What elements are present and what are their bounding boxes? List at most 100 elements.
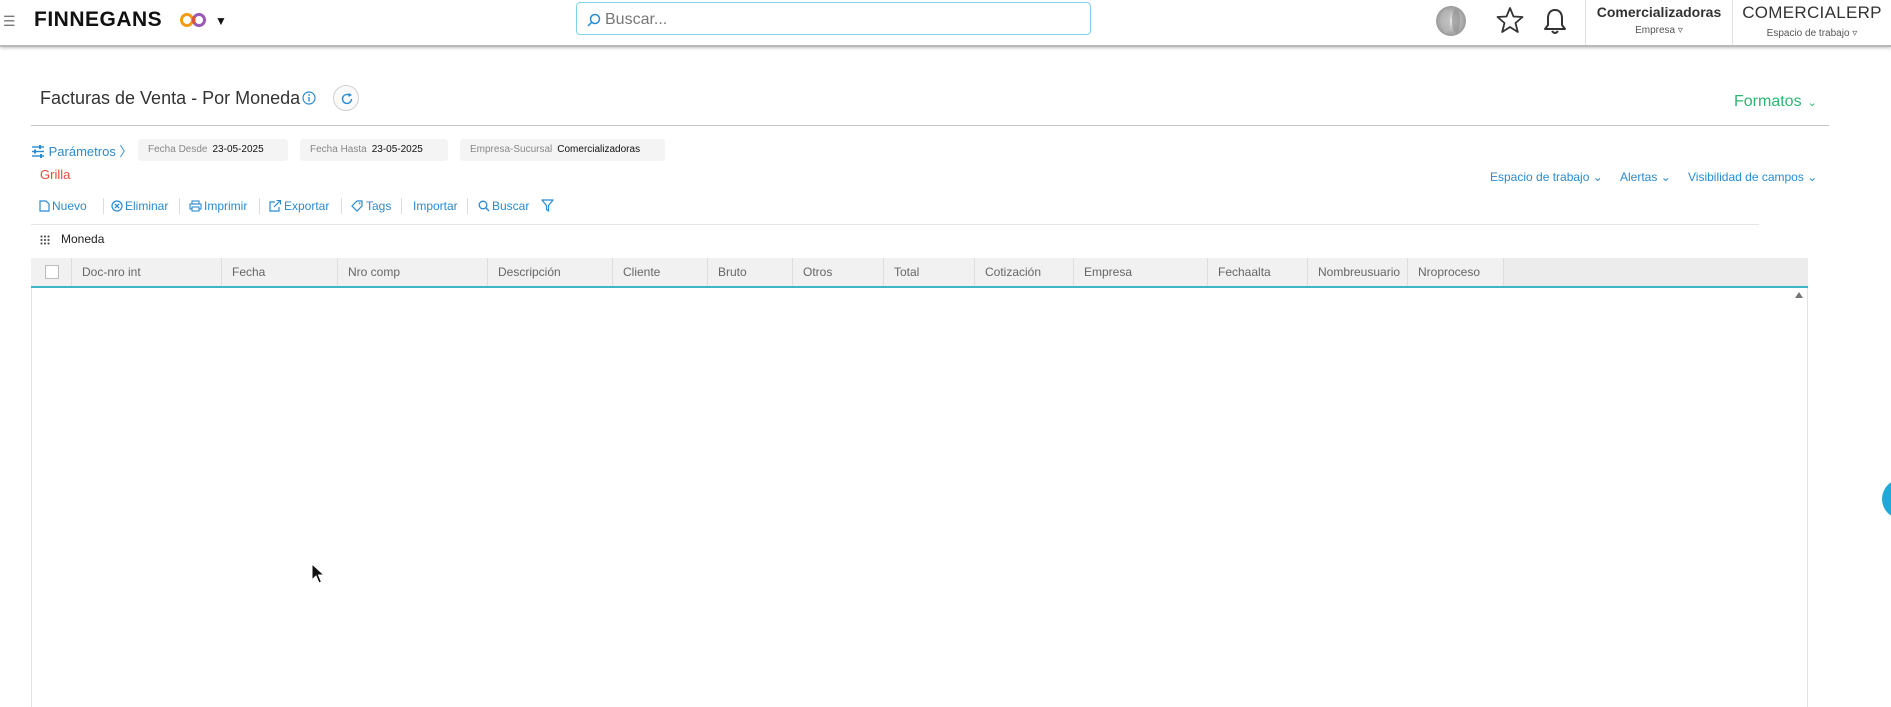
tags-label: Tags xyxy=(366,199,392,213)
notifications-bell-icon[interactable] xyxy=(1542,7,1568,35)
empresa-sucursal-field[interactable]: Empresa-Sucursal Comercializadoras xyxy=(460,139,665,161)
column-header[interactable]: Otros xyxy=(793,258,884,286)
nuevo-label: Nuevo xyxy=(52,199,87,213)
espacio-trabajo-dropdown[interactable]: Espacio de trabajo ⌄ xyxy=(1490,170,1603,184)
column-header[interactable]: Fechaalta xyxy=(1208,258,1308,286)
printer-icon xyxy=(189,200,202,212)
drag-grip-icon[interactable] xyxy=(40,235,50,245)
favorites-star-icon[interactable] xyxy=(1496,6,1524,34)
assistant-icon[interactable] xyxy=(1434,4,1468,38)
column-header[interactable]: Doc-nro int xyxy=(72,258,222,286)
visibilidad-campos-dropdown[interactable]: Visibilidad de campos ⌄ xyxy=(1688,170,1817,184)
fecha-desde-field[interactable]: Fecha Desde 23-05-2025 xyxy=(138,139,288,161)
imprimir-label: Imprimir xyxy=(204,199,248,213)
page-title: Facturas de Venta - Por Moneda xyxy=(40,88,301,108)
importar-label: Importar xyxy=(413,199,458,213)
fecha-desde-label: Fecha Desde xyxy=(148,144,208,155)
divider xyxy=(1732,0,1733,45)
alertas-label: Alertas xyxy=(1620,170,1658,184)
toolbar-divider xyxy=(259,198,260,214)
sliders-icon xyxy=(32,145,44,158)
chevron-down-icon: ⌄ xyxy=(1592,170,1603,184)
grid-header-filler xyxy=(1504,258,1808,286)
formatos-dropdown[interactable]: Formatos ⌄ xyxy=(1734,93,1817,111)
nuevo-button[interactable]: Nuevo xyxy=(39,194,87,218)
refresh-button[interactable] xyxy=(333,85,359,111)
select-all-column xyxy=(31,258,72,286)
alertas-dropdown[interactable]: Alertas ⌄ xyxy=(1620,170,1671,184)
info-icon[interactable] xyxy=(302,91,316,105)
parameters-button[interactable]: Parámetros 〉 xyxy=(31,141,132,160)
eliminar-label: Eliminar xyxy=(125,199,169,213)
group-by-moneda[interactable]: Moneda xyxy=(61,232,104,246)
column-header[interactable]: Total xyxy=(884,258,975,286)
buscar-button[interactable]: Buscar xyxy=(478,194,529,218)
toolbar-divider xyxy=(179,198,180,214)
magnifier-icon xyxy=(478,200,490,212)
column-header[interactable]: Nombreusuario xyxy=(1308,258,1408,286)
export-icon xyxy=(269,199,282,212)
formatos-label: Formatos xyxy=(1734,93,1802,110)
view-mode-grilla[interactable]: Grilla xyxy=(40,167,70,182)
column-header[interactable]: Cotización xyxy=(975,258,1074,286)
workspace-selector[interactable]: COMERCIALERP Espacio de trabajo ▿ xyxy=(1736,3,1888,39)
company-selector[interactable]: Comercializadoras Empresa ▿ xyxy=(1588,4,1730,36)
grid-header: Doc-nro int Fecha Nro comp Descripción C… xyxy=(31,258,1808,288)
header-divider xyxy=(31,125,1829,126)
fecha-hasta-value: 23-05-2025 xyxy=(371,144,423,155)
visibilidad-campos-label: Visibilidad de campos xyxy=(1688,170,1804,184)
eliminar-button[interactable]: Eliminar xyxy=(111,194,168,218)
toolbar-divider xyxy=(341,198,342,214)
refresh-icon xyxy=(341,93,353,105)
delete-circle-icon xyxy=(111,200,123,212)
column-header[interactable]: Nro comp xyxy=(338,258,488,286)
top-bar: ☰ FINNEGANS ▼ Comercializadoras Em xyxy=(0,0,1891,47)
help-fab-button[interactable] xyxy=(1882,479,1891,519)
exportar-label: Exportar xyxy=(284,199,330,213)
new-document-icon xyxy=(39,200,50,212)
workspace-name: COMERCIALERP xyxy=(1742,3,1882,22)
brand-logo-icon xyxy=(180,13,206,27)
scroll-up-icon[interactable] xyxy=(1794,291,1804,299)
brand-dropdown-icon[interactable]: ▼ xyxy=(215,14,227,28)
search-box[interactable] xyxy=(576,2,1091,35)
parameters-label: Parámetros 〉 xyxy=(48,144,133,159)
column-header[interactable]: Bruto xyxy=(708,258,793,286)
chevron-down-icon: ⌄ xyxy=(1660,170,1671,184)
search-icon xyxy=(587,13,601,27)
fecha-hasta-field[interactable]: Fecha Hasta 23-05-2025 xyxy=(300,139,448,161)
toolbar-divider xyxy=(467,198,468,214)
filter-button[interactable] xyxy=(541,194,556,218)
column-header[interactable]: Descripción xyxy=(488,258,613,286)
menu-icon[interactable]: ☰ xyxy=(3,13,16,30)
exportar-button[interactable]: Exportar xyxy=(269,194,329,218)
select-all-checkbox[interactable] xyxy=(45,265,59,279)
toolbar-divider-line xyxy=(31,224,1759,225)
column-header[interactable]: Fecha xyxy=(222,258,338,286)
empresa-sucursal-label: Empresa-Sucursal xyxy=(470,144,553,155)
toolbar-divider xyxy=(103,198,104,214)
grid-body[interactable] xyxy=(31,288,1808,707)
tag-icon xyxy=(351,200,363,212)
company-label: Empresa ▿ xyxy=(1635,25,1683,36)
toolbar-divider xyxy=(401,198,402,214)
company-name: Comercializadoras xyxy=(1596,4,1722,20)
tags-button[interactable]: Tags xyxy=(351,194,391,218)
workspace-label: Espacio de trabajo ▿ xyxy=(1766,28,1858,39)
buscar-label: Buscar xyxy=(492,199,530,213)
brand-name[interactable]: FINNEGANS xyxy=(34,8,162,32)
fecha-desde-value: 23-05-2025 xyxy=(212,144,264,155)
chevron-down-icon: ⌄ xyxy=(1807,97,1817,109)
filter-icon xyxy=(541,199,554,212)
search-input[interactable] xyxy=(603,5,1087,34)
column-header[interactable]: Cliente xyxy=(613,258,708,286)
column-header[interactable]: Nroproceso xyxy=(1408,258,1504,286)
imprimir-button[interactable]: Imprimir xyxy=(189,194,247,218)
column-header[interactable]: Empresa xyxy=(1074,258,1208,286)
mouse-cursor-icon xyxy=(311,563,325,584)
espacio-trabajo-label: Espacio de trabajo xyxy=(1490,170,1590,184)
fecha-hasta-label: Fecha Hasta xyxy=(310,144,367,155)
empresa-sucursal-value: Comercializadoras xyxy=(557,144,641,155)
importar-button[interactable]: Importar xyxy=(413,194,458,218)
divider xyxy=(1585,0,1586,45)
